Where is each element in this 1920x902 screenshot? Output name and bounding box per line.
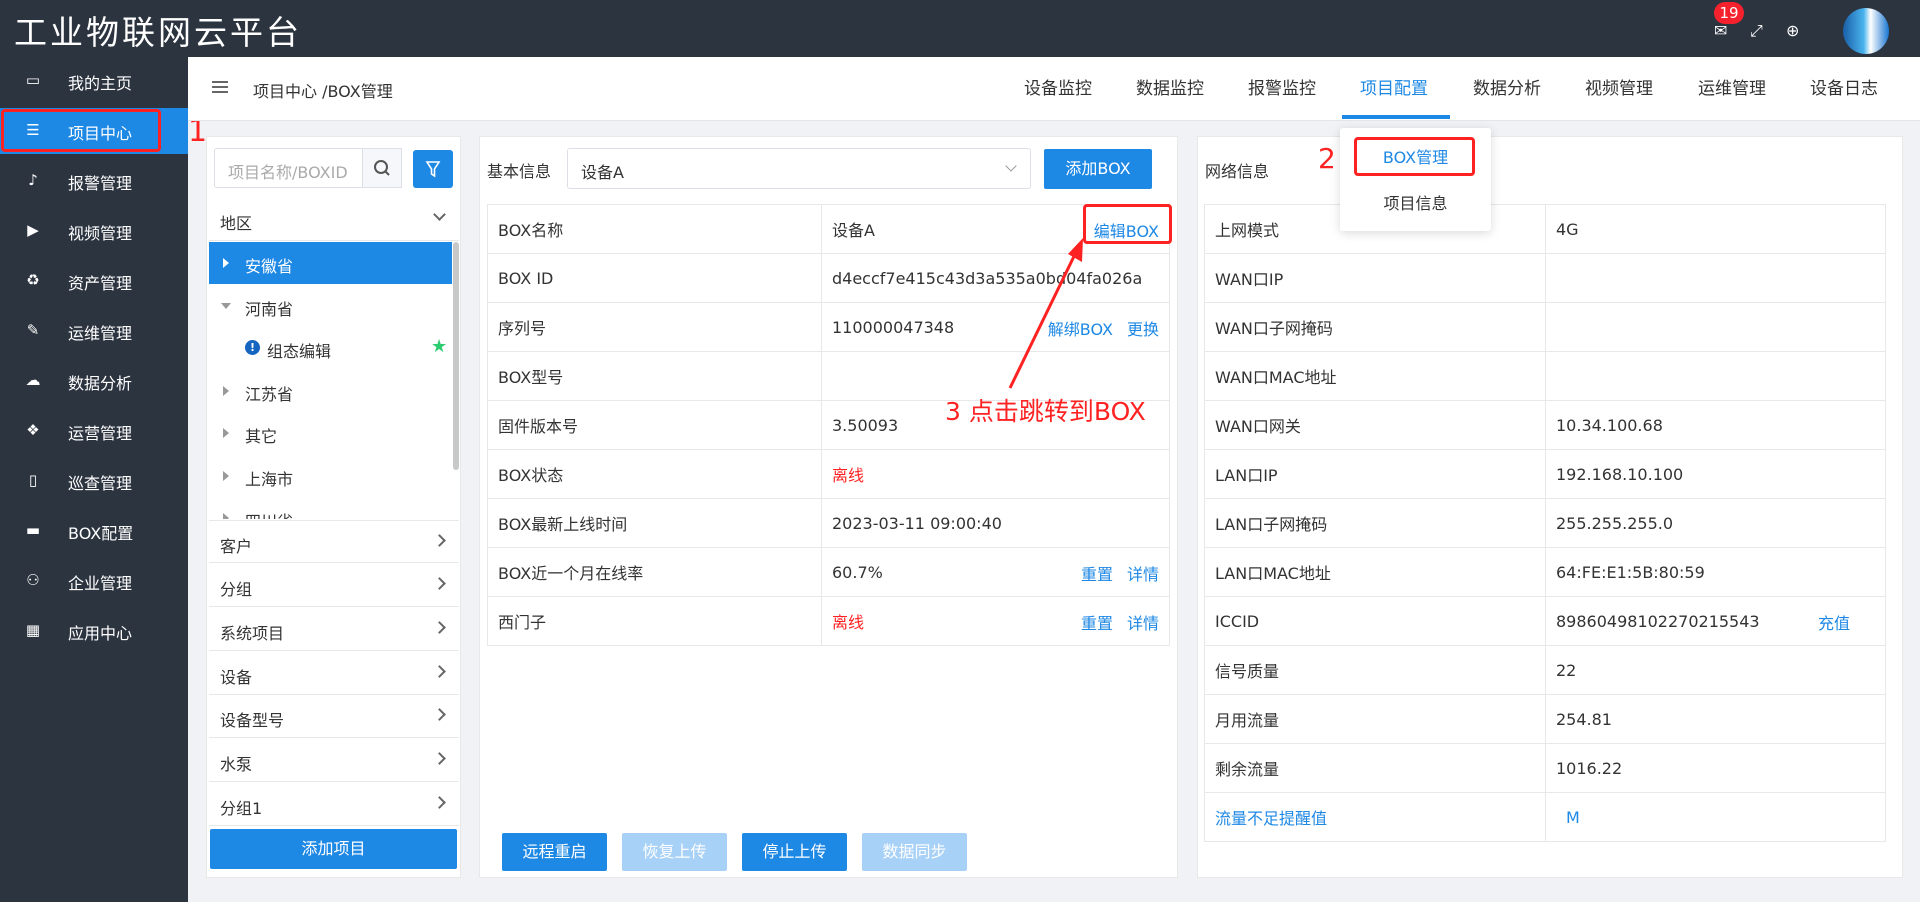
annotation-text-3: 3 点击跳转到BOX — [945, 397, 1146, 426]
annotation-arrow — [1008, 238, 1083, 389]
